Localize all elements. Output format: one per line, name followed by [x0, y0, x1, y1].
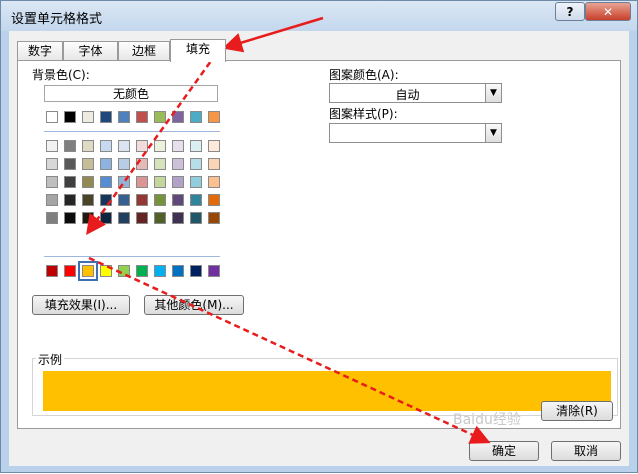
annotation-arrows — [86, 16, 491, 444]
format-cells-dialog: 设置单元格格式 ? ✕ 数字 字体 边框 填充 背景色(C): 无颜色 填充效果… — [0, 0, 638, 473]
annotation-arrow-to-color — [86, 53, 218, 236]
annotation-arrow-to-fill-tab — [222, 16, 324, 53]
tab-fill[interactable]: 填充 — [170, 39, 226, 62]
annotation-arrow-to-ok — [88, 256, 491, 444]
